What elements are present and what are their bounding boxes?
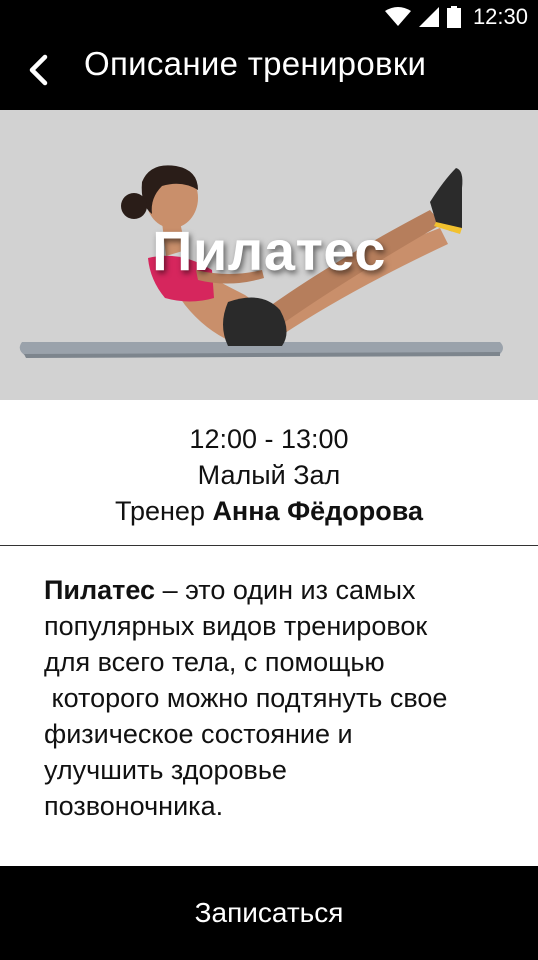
description-line: популярных видов тренировок bbox=[44, 611, 428, 641]
wifi-icon bbox=[384, 7, 411, 26]
chevron-left-icon bbox=[29, 54, 48, 86]
page-title: Описание тренировки bbox=[84, 45, 427, 82]
signal-icon bbox=[418, 7, 439, 27]
battery-icon bbox=[446, 6, 461, 28]
description-line: которого можно подтянуть свое bbox=[44, 683, 448, 713]
divider bbox=[0, 545, 538, 546]
session-info: 12:00 - 13:00 Малый Зал Тренер Анна Фёдо… bbox=[0, 400, 538, 546]
status-icons: 12:30 bbox=[384, 0, 528, 34]
trainer-name: Анна Фёдорова bbox=[212, 496, 424, 526]
description-line: Пилатес – это один из самых bbox=[44, 575, 416, 605]
app-bar: Описание тренировки bbox=[0, 34, 538, 110]
hero-title: Пилатес bbox=[152, 219, 386, 282]
session-room: Малый Зал bbox=[197, 460, 341, 490]
session-time: 12:00 - 13:00 bbox=[189, 424, 349, 454]
description-line: позвоночника. bbox=[44, 791, 224, 821]
description-line: улучшить здоровье bbox=[44, 755, 287, 785]
signup-button[interactable]: Записаться bbox=[0, 866, 538, 960]
description-line: для всего тела, с помощью bbox=[44, 647, 385, 677]
description-line: физическое состояние и bbox=[44, 719, 353, 749]
trainer-prefix: Тренер bbox=[114, 496, 213, 526]
description-term: Пилатес bbox=[44, 575, 156, 605]
status-bar: 12:30 bbox=[0, 0, 538, 34]
description: Пилатес – это один из самых популярных в… bbox=[44, 572, 524, 824]
back-button[interactable] bbox=[18, 50, 58, 90]
status-time: 12:30 bbox=[472, 4, 528, 29]
session-trainer: Тренер Анна Фёдорова bbox=[0, 493, 538, 529]
hero-image: Пилатес bbox=[0, 110, 538, 400]
